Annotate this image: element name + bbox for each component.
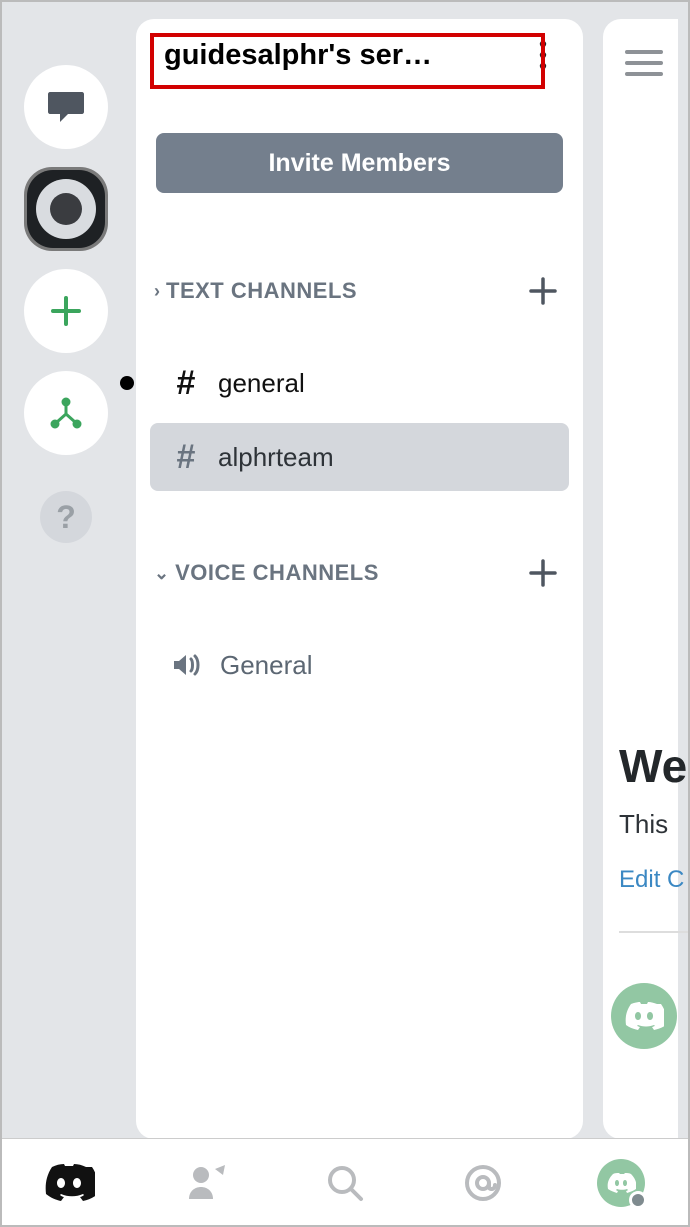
hash-icon: # [172,438,200,477]
kebab-icon [539,40,547,70]
voice-channel-label: General [220,650,313,681]
edit-link-fragment[interactable]: Edit C [619,866,690,894]
hash-icon: # [172,364,200,403]
divider [619,931,689,933]
tab-profile[interactable] [591,1153,651,1213]
at-icon [462,1162,504,1204]
plus-icon [528,558,558,588]
discord-logo-icon [606,1172,636,1194]
voice-channels-header[interactable]: ⌄ VOICE CHANNELS [150,553,569,593]
server-menu-button[interactable] [525,37,561,73]
status-dot [629,1191,647,1209]
tab-home[interactable] [39,1153,99,1213]
tab-search[interactable] [315,1153,375,1213]
plus-icon [49,294,83,328]
text-channel-list: # general # alphrteam [150,349,569,491]
voice-channel-general[interactable]: General [150,631,569,699]
text-channels-title: TEXT CHANNELS [166,278,357,304]
help-button[interactable]: ? [40,491,92,543]
add-text-channel-button[interactable] [523,271,563,311]
voice-channels-title: VOICE CHANNELS [175,560,379,586]
menu-button[interactable] [625,49,663,82]
plus-icon [528,276,558,306]
welcome-heading-fragment: We [619,739,690,793]
search-icon [325,1163,365,1203]
add-voice-channel-button[interactable] [523,553,563,593]
chat-bubble-icon [46,90,86,124]
unread-indicator [120,376,134,390]
server-circle-icon [27,170,105,248]
text-channels-header[interactable]: › TEXT CHANNELS [150,271,569,311]
user-avatar[interactable] [611,983,677,1049]
add-server-button[interactable] [24,269,108,353]
welcome-text-peek: We This Edit C [619,739,690,894]
discord-logo-icon [43,1163,95,1203]
friend-wave-icon [185,1163,229,1203]
discover-servers-button[interactable] [24,371,108,455]
hub-icon [47,394,85,432]
invite-members-button[interactable]: Invite Members [156,133,563,193]
text-channel-general[interactable]: # general [150,349,569,417]
discord-logo-icon [624,1001,664,1031]
question-icon: ? [56,499,76,536]
chevron-right-icon: › [154,281,160,302]
tab-mentions[interactable] [453,1153,513,1213]
chevron-down-icon: ⌄ [154,563,169,584]
channel-label: alphrteam [218,442,334,473]
text-channel-alphrteam[interactable]: # alphrteam [150,423,569,491]
tab-friends[interactable] [177,1153,237,1213]
speaker-icon [170,649,202,681]
server-name: guidesalphr's ser… [164,39,432,72]
server-rail: ? [0,19,132,1139]
server-header[interactable]: guidesalphr's ser… [150,19,569,93]
hamburger-icon [625,49,663,77]
channel-label: general [218,368,305,399]
welcome-sub-fragment: This [619,809,690,840]
server-avatar-selected[interactable] [24,167,108,251]
main-content-peek: We This Edit C [603,19,678,1139]
channel-panel: guidesalphr's ser… Invite Members › TEXT… [136,19,583,1139]
bottom-tab-bar [0,1138,690,1227]
dm-button[interactable] [24,65,108,149]
